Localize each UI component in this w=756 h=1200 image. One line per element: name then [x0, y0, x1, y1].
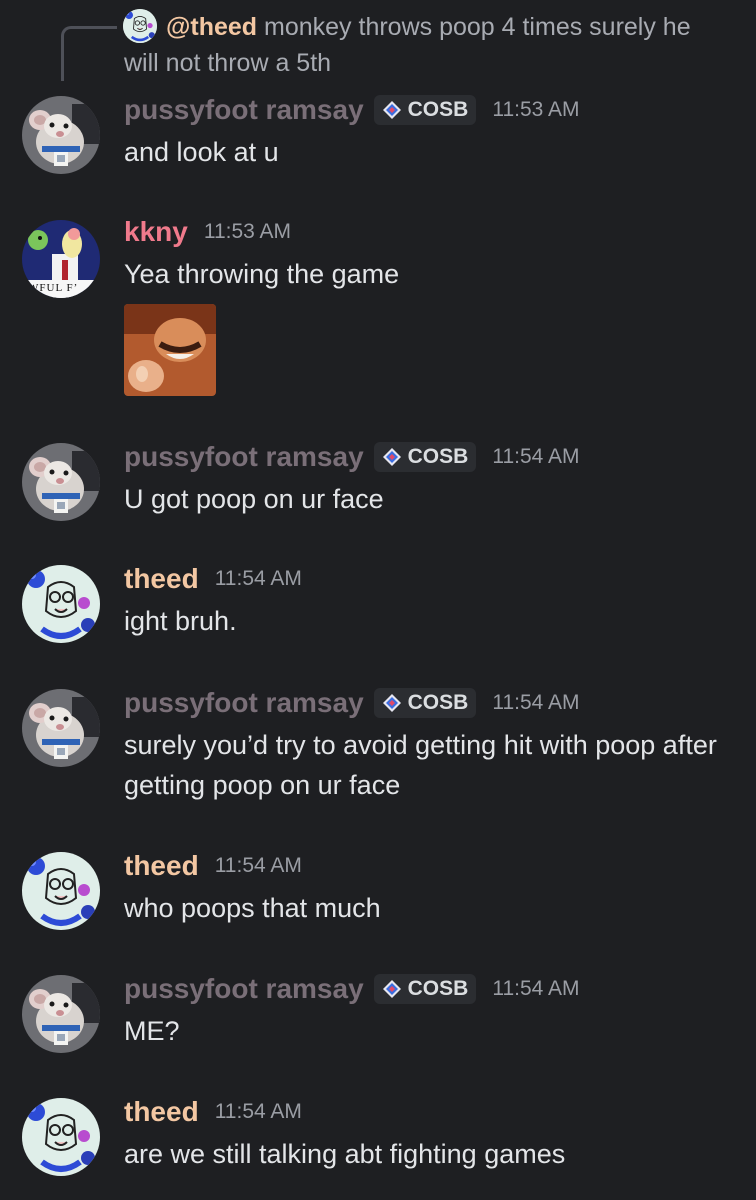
message-header: theed 11:54 AM — [124, 561, 302, 597]
username[interactable]: theed — [124, 850, 199, 882]
server-tag[interactable]: COSB — [373, 442, 477, 472]
reply-preview[interactable]: @theed monkey throws poop 4 times surely… — [0, 0, 756, 84]
reply-mention[interactable]: @theed — [166, 13, 257, 41]
avatar-caption: WFUL F’ — [28, 282, 79, 294]
server-tag-label: COSB — [407, 98, 469, 121]
timestamp: 11:53 AM — [492, 98, 580, 121]
username[interactable]: pussyfoot ramsay — [124, 441, 364, 473]
message-header: kkny 11:53 AM — [124, 214, 291, 250]
rat-avatar[interactable] — [22, 975, 100, 1053]
timestamp: 11:53 AM — [203, 220, 291, 243]
message-text: Yea throwing the game — [124, 259, 400, 289]
laughing-pointing-emoji[interactable] — [124, 304, 216, 396]
message-header: theed 11:54 AM — [124, 848, 302, 884]
username[interactable]: theed — [124, 1096, 199, 1128]
server-tag-label: COSB — [407, 691, 469, 714]
username[interactable]: kkny — [124, 216, 188, 248]
timestamp: 11:54 AM — [492, 691, 580, 714]
message-text: and look at u — [124, 137, 279, 167]
message-header: pussyfoot ramsay COSB 11:54 AM — [124, 439, 580, 475]
username[interactable]: pussyfoot ramsay — [124, 94, 364, 126]
rat-avatar[interactable] — [22, 96, 100, 174]
message-text: surely you’d try to avoid getting hit wi… — [124, 730, 717, 800]
message-text: are we still talking abt fighting games — [124, 1139, 566, 1169]
message-header: pussyfoot ramsay COSB 11:54 AM — [124, 685, 580, 721]
diamond-icon — [382, 979, 402, 999]
rat-avatar[interactable] — [22, 689, 100, 767]
timestamp: 11:54 AM — [214, 567, 302, 590]
message-header: theed 11:54 AM — [124, 1094, 302, 1130]
username[interactable]: pussyfoot ramsay — [124, 687, 364, 719]
message-text: ight bruh. — [124, 606, 237, 636]
diamond-icon — [382, 447, 402, 467]
message-text: who poops that much — [124, 893, 381, 923]
message-text: ME? — [124, 1016, 180, 1046]
theed-avatar[interactable] — [22, 1098, 100, 1176]
diamond-icon — [382, 693, 402, 713]
server-tag[interactable]: COSB — [373, 974, 477, 1004]
username[interactable]: theed — [124, 563, 199, 595]
reply-text: @theed monkey throws poop 4 times surely… — [124, 9, 724, 81]
kkny-avatar[interactable]: WFUL F’ — [22, 220, 100, 298]
message-text: U got poop on ur face — [124, 484, 384, 514]
server-tag-label: COSB — [407, 445, 469, 468]
server-tag-label: COSB — [407, 977, 469, 1000]
server-tag[interactable]: COSB — [373, 688, 477, 718]
message-header: pussyfoot ramsay COSB 11:53 AM — [124, 92, 580, 128]
timestamp: 11:54 AM — [492, 977, 580, 1000]
timestamp: 11:54 AM — [214, 854, 302, 877]
diamond-icon — [382, 100, 402, 120]
timestamp: 11:54 AM — [214, 1100, 302, 1123]
username[interactable]: pussyfoot ramsay — [124, 973, 364, 1005]
reply-connector-line — [61, 26, 117, 81]
theed-avatar[interactable] — [22, 852, 100, 930]
rat-avatar[interactable] — [22, 443, 100, 521]
message-header: pussyfoot ramsay COSB 11:54 AM — [124, 971, 580, 1007]
theed-avatar[interactable] — [22, 565, 100, 643]
timestamp: 11:54 AM — [492, 445, 580, 468]
server-tag[interactable]: COSB — [373, 95, 477, 125]
